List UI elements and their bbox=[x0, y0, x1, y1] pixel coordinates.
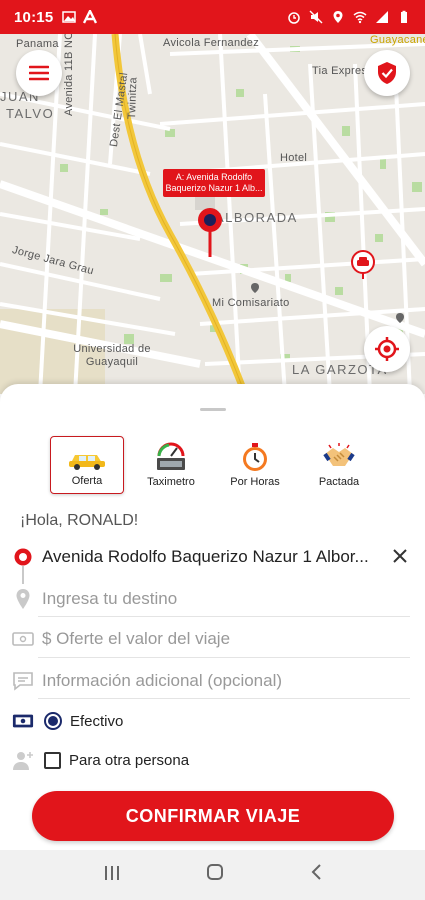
map-label-street: Twinitza bbox=[126, 76, 140, 120]
map-label-street: Guayacanes bbox=[370, 34, 425, 46]
signal-icon bbox=[376, 11, 388, 23]
map-label-place: Hotel bbox=[280, 152, 308, 164]
sheet-drag-handle[interactable] bbox=[200, 408, 226, 411]
origin-pin-icon[interactable] bbox=[196, 206, 224, 262]
back-button[interactable] bbox=[309, 863, 323, 887]
taximeter-icon bbox=[157, 442, 185, 470]
battery-icon bbox=[401, 10, 407, 23]
payment-method-row[interactable]: Efectivo bbox=[12, 706, 410, 736]
offer-placeholder[interactable]: $ Oferte el valor del viaje bbox=[42, 629, 230, 649]
other-person-row[interactable]: Para otra persona bbox=[12, 744, 410, 776]
home-icon bbox=[206, 864, 223, 880]
destination-field[interactable]: Ingresa tu destino bbox=[12, 584, 410, 614]
image-icon bbox=[62, 11, 77, 23]
poi-pin-icon bbox=[251, 283, 259, 293]
map-label-place: Universidad de Guayaquil bbox=[73, 343, 151, 368]
offer-field[interactable]: $ Oferte el valor del viaje bbox=[12, 624, 410, 654]
clear-origin-button[interactable] bbox=[392, 544, 410, 570]
payment-label: Efectivo bbox=[70, 712, 124, 730]
shield-check-icon bbox=[378, 62, 396, 84]
tab-pactada[interactable]: Pactada bbox=[302, 436, 376, 494]
stopwatch-icon bbox=[243, 443, 267, 471]
map-label-street: Panama bbox=[16, 38, 59, 50]
back-icon bbox=[311, 864, 321, 880]
home-button[interactable] bbox=[206, 863, 224, 887]
map-view[interactable]: Panama Avicola Fernandez Guayacanes Tia … bbox=[0, 34, 425, 394]
payment-cash-icon bbox=[12, 714, 34, 728]
poi-pin-icon bbox=[396, 313, 404, 323]
map-label-district: ALBORADA bbox=[215, 210, 298, 225]
tab-label: Por Horas bbox=[230, 476, 280, 488]
map-label-district: TALVO bbox=[6, 106, 55, 121]
greeting-text: ¡Hola, RONALD! bbox=[20, 512, 139, 529]
status-bar: 10:15 bbox=[0, 0, 425, 34]
notes-placeholder[interactable]: Información adicional (opcional) bbox=[42, 671, 282, 691]
close-icon bbox=[393, 549, 407, 563]
tab-taximetro[interactable]: Taximetro bbox=[134, 436, 208, 494]
add-person-icon bbox=[13, 752, 33, 770]
wifi-icon bbox=[353, 11, 367, 24]
divider bbox=[38, 657, 410, 658]
app-a-icon bbox=[83, 10, 98, 24]
mute-icon bbox=[309, 10, 323, 24]
location-icon bbox=[333, 11, 343, 23]
trip-request-sheet: Oferta Taximetro Por Horas Pactada ¡Hola… bbox=[0, 384, 425, 850]
taxi-marker-icon[interactable] bbox=[350, 249, 376, 279]
destination-placeholder[interactable]: Ingresa tu destino bbox=[42, 589, 177, 609]
origin-dot-icon bbox=[14, 548, 32, 566]
map-label-street: Avenida 11B NO bbox=[63, 34, 75, 116]
safety-button[interactable] bbox=[364, 50, 410, 96]
service-tabs: Oferta Taximetro Por Horas Pactada bbox=[50, 436, 376, 494]
route-connector-line bbox=[22, 566, 24, 584]
radio-dot bbox=[48, 716, 58, 726]
notes-field[interactable]: Información adicional (opcional) bbox=[12, 666, 410, 696]
pin-address-tag[interactable]: A: Avenida Rodolfo Baquerizo Nazur 1 Alb… bbox=[163, 169, 265, 197]
map-label-street: Avicola Fernandez bbox=[163, 37, 260, 49]
recent-apps-icon bbox=[104, 865, 119, 880]
handshake-icon bbox=[323, 443, 355, 466]
recent-apps-button[interactable] bbox=[103, 864, 121, 887]
crosshair-icon bbox=[375, 337, 399, 361]
system-nav-bar bbox=[0, 850, 425, 900]
divider bbox=[38, 616, 410, 617]
cash-icon bbox=[12, 632, 34, 646]
tab-oferta[interactable]: Oferta bbox=[50, 436, 124, 494]
divider bbox=[38, 698, 410, 699]
tab-por-horas[interactable]: Por Horas bbox=[218, 436, 292, 494]
payment-radio[interactable] bbox=[44, 712, 62, 730]
tab-label: Oferta bbox=[71, 475, 103, 487]
taxi-icon bbox=[69, 455, 105, 470]
confirm-trip-button[interactable]: CONFIRMAR VIAJE bbox=[32, 791, 394, 841]
destination-pin-icon bbox=[16, 589, 30, 609]
status-time: 10:15 bbox=[14, 8, 54, 26]
hamburger-icon bbox=[29, 65, 49, 81]
comment-icon bbox=[13, 672, 33, 691]
locate-me-button[interactable] bbox=[364, 326, 410, 372]
alarm-icon bbox=[288, 12, 300, 24]
tab-label: Taximetro bbox=[147, 476, 195, 488]
other-person-checkbox[interactable] bbox=[44, 751, 61, 769]
pin-tag-line2: Baquerizo Nazur 1 Alb... bbox=[165, 183, 263, 193]
other-person-label: Para otra persona bbox=[69, 751, 190, 769]
tab-label: Pactada bbox=[318, 476, 360, 488]
origin-field[interactable]: Avenida Rodolfo Baquerizo Nazur 1 Albor.… bbox=[12, 542, 410, 572]
menu-button[interactable] bbox=[16, 50, 62, 96]
map-label-place: Mi Comisariato bbox=[212, 297, 290, 309]
pin-tag-line1: A: Avenida Rodolfo bbox=[175, 172, 253, 182]
origin-address[interactable]: Avenida Rodolfo Baquerizo Nazur 1 Albor.… bbox=[42, 547, 369, 567]
